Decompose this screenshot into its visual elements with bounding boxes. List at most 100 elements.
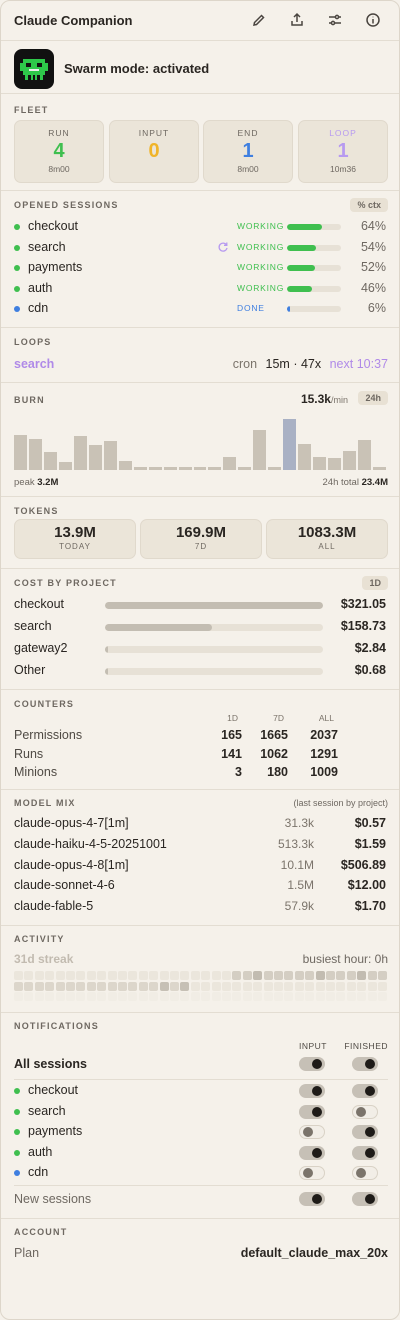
activity-cell [232,981,242,991]
burn-bar [313,457,327,470]
token-label: ALL [318,542,336,551]
activity-cell [294,981,304,991]
fleet-card-input[interactable]: INPUT 0 [109,120,199,183]
peak-label: peak [14,477,35,488]
loop-name[interactable]: search [14,357,54,371]
session-name: checkout [28,219,79,233]
model-cost: $506.89 [340,857,386,872]
session-row[interactable]: checkout WORKING 64% [14,219,386,235]
notif-session-name: auth [28,1144,53,1159]
activity-cell [34,992,44,1001]
activity-cell [326,971,335,980]
notif-session-name: cdn [28,1165,49,1180]
burn-rate-value: 15.3k [300,392,331,406]
notif-finished-toggle[interactable] [352,1166,378,1181]
burn-bar [73,435,87,470]
pencil-icon[interactable] [251,12,267,28]
activity-cell [253,971,263,980]
ctx-bar [287,244,341,251]
fleet-card-loop[interactable]: LOOP 1 10m36 [298,120,388,183]
model-tokens: 57.9k [284,899,314,914]
new-input-toggle[interactable] [299,1192,325,1206]
ctx-pill[interactable]: % ctx [350,198,388,212]
counter-value: 141 [221,746,242,761]
toggle-knob [312,1194,322,1204]
sliders-icon[interactable] [327,12,343,28]
new-finished-toggle[interactable] [352,1192,378,1206]
token-card-7d: 169.9M 7D [140,519,262,559]
toggle-knob [365,1194,375,1204]
info-icon[interactable] [365,12,381,28]
notif-finished-toggle[interactable] [352,1145,378,1160]
burn-bar [298,444,312,470]
burn-bar [118,461,132,470]
activity-cell [326,992,335,1001]
activity-cell [118,992,127,1001]
activity-cell [284,992,294,1001]
model-name: claude-opus-4-7[1m] [14,816,129,830]
activity-cell [180,981,190,991]
cost-bar [105,668,323,675]
session-row[interactable]: search WORKING 54% [14,240,386,256]
model-tokens: 10.1M [280,857,314,872]
ctx-percent: 54% [360,239,386,254]
notif-input-toggle[interactable] [299,1145,325,1160]
model-mix-note: (last session by project) [293,798,388,808]
activity-cell [14,981,23,991]
notif-finished-toggle[interactable] [352,1104,378,1119]
share-icon[interactable] [289,12,305,28]
section-label: BURN [14,395,45,405]
counter-value: 1009 [310,765,338,779]
activity-cell [66,981,75,991]
activity-cell [97,971,107,980]
all-finished-toggle[interactable] [352,1057,378,1071]
streak: 31d streak [14,952,74,966]
activity-cell [305,992,315,1001]
burn-bar [343,451,357,470]
activity-cell [76,992,86,1001]
notif-input-toggle[interactable] [299,1084,325,1098]
fleet-card-end[interactable]: END 1 8m00 [203,120,293,183]
col-finished: FINISHED [344,1041,388,1051]
session-row[interactable]: payments WORKING 52% [14,260,386,276]
notif-finished-toggle[interactable] [352,1084,378,1098]
cost-project-name: search [14,619,52,633]
activity-cell [34,981,44,991]
burn-section: BURN 15.3k/min 24h peak 3.2M 24h total 2… [1,382,399,496]
activity-cell [336,971,346,980]
cost-range-pill[interactable]: 1D [362,576,388,590]
token-value: 1083.3M [297,524,357,541]
activity-cell [367,992,377,1001]
loops-section: LOOPS search cron 15m · 47x next 10:37 [1,327,399,382]
notif-input-toggle[interactable] [299,1166,325,1181]
range-pill[interactable]: 24h [358,391,388,405]
burn-bar [193,467,207,470]
activity-cell [274,971,283,980]
fleet-card-run[interactable]: RUN 4 8m00 [14,120,104,183]
activity-cell [24,981,34,991]
notif-session-name: checkout [28,1083,79,1097]
col-input: INPUT [299,1041,327,1051]
cost-bar [105,624,323,631]
burn-bar [58,461,72,470]
new-sessions-label: New sessions [14,1192,92,1206]
token-value: 169.9M [175,524,227,541]
all-input-toggle[interactable] [299,1057,325,1071]
session-row[interactable]: auth WORKING 46% [14,281,386,297]
activity-cell [367,981,377,991]
activity-cell [170,971,179,980]
model-cost: $12.00 [347,878,386,893]
burn-rate-unit: /min [330,395,348,405]
cost-project-name: gateway2 [14,641,68,655]
session-row[interactable]: cdn DONE 6% [14,301,386,317]
counter-value: 165 [221,728,242,742]
notif-input-toggle[interactable] [299,1125,325,1140]
burn-bar [178,467,192,470]
model-cost: $1.59 [354,836,386,851]
activity-section: ACTIVITY 31d streak busiest hour: 0h [1,925,399,1012]
burn-bar [103,441,117,470]
activity-cell [242,971,252,980]
notif-finished-toggle[interactable] [352,1125,378,1140]
notif-input-toggle[interactable] [299,1104,325,1119]
activity-cell [138,981,148,991]
